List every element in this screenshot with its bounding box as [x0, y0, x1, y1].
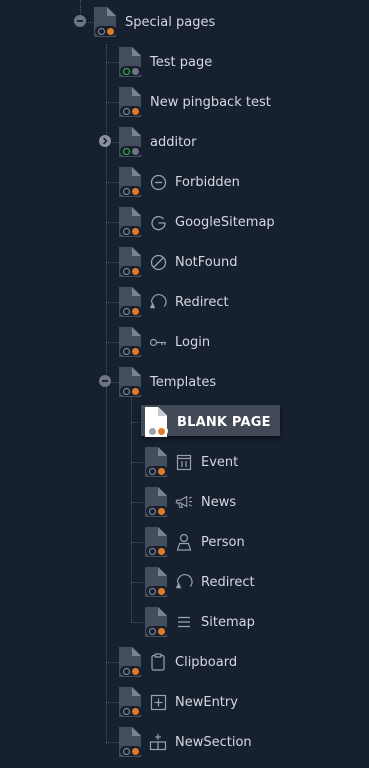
tree-item-label: GoogleSitemap: [175, 214, 275, 230]
tree-item-label: New pingback test: [150, 94, 271, 110]
tree-item-special-pages[interactable]: Special pages: [94, 5, 215, 39]
page-icon: [119, 127, 142, 157]
tree-line: [112, 142, 119, 143]
tree-line: [131, 542, 144, 543]
collapse-toggle-special-pages[interactable]: [74, 15, 86, 27]
google-icon: [149, 213, 167, 231]
page-icon: [119, 327, 142, 357]
forbidden-icon: [149, 173, 167, 191]
tree-item-clipboard[interactable]: Clipboard: [119, 645, 237, 679]
tree-item-forbidden[interactable]: Forbidden: [119, 165, 240, 199]
tree-line: [131, 582, 144, 583]
tree-item-label: Event: [201, 454, 239, 470]
tree-item-news[interactable]: News: [145, 485, 236, 519]
calendar-icon: [175, 453, 193, 471]
tree-line: [106, 44, 107, 744]
tree-item-additor[interactable]: additor: [119, 125, 196, 159]
page-icon: [145, 447, 168, 477]
tree-line: [106, 302, 119, 303]
tree-item-label: Clipboard: [175, 654, 238, 670]
tree-item-label: BLANK PAGE: [177, 414, 271, 430]
tree-item-label: Person: [201, 534, 245, 550]
tree-item-label: News: [201, 494, 237, 510]
person-icon: [175, 533, 193, 551]
tree-item-notfound[interactable]: NotFound: [119, 245, 237, 279]
tree-line: [106, 102, 119, 103]
redirect-icon: [175, 573, 193, 591]
tree-item-redirect-template[interactable]: Redirect: [145, 565, 255, 599]
tree-item-login[interactable]: Login: [119, 325, 210, 359]
tree-line: [106, 742, 119, 743]
tree-item-blank-page[interactable]: BLANK PAGE: [145, 405, 271, 439]
page-icon: [119, 47, 142, 77]
tree-item-label: Login: [175, 334, 211, 350]
page-icon: [119, 367, 142, 397]
tree-line: [106, 62, 119, 63]
tree-item-label: Redirect: [201, 574, 255, 590]
page-tree: Special pages Test page New pingback tes…: [0, 0, 369, 768]
page-icon: [119, 687, 142, 717]
clipboard-icon: [149, 653, 167, 671]
page-icon: [145, 487, 168, 517]
tree-line: [131, 393, 132, 622]
page-icon: [145, 607, 168, 637]
tree-item-label: NotFound: [175, 254, 238, 270]
expand-toggle-additor[interactable]: [99, 135, 111, 147]
tree-item-label: Special pages: [125, 14, 216, 30]
tree-item-redirect[interactable]: Redirect: [119, 285, 229, 319]
new-section-icon: [149, 733, 167, 751]
page-icon: [145, 407, 168, 437]
list-icon: [175, 613, 193, 631]
tree-line: [106, 702, 119, 703]
page-icon: [119, 207, 142, 237]
tree-item-label: NewEntry: [175, 694, 238, 710]
page-icon: [119, 287, 142, 317]
page-icon: [145, 527, 168, 557]
page-icon: [94, 7, 117, 37]
tree-line: [106, 262, 119, 263]
tree-line: [106, 222, 119, 223]
notfound-icon: [149, 253, 167, 271]
page-icon: [119, 87, 142, 117]
tree-item-label: Redirect: [175, 294, 229, 310]
tree-item-label: Sitemap: [201, 614, 255, 630]
minus-icon: [77, 20, 83, 22]
megaphone-icon: [175, 493, 193, 511]
collapse-toggle-templates[interactable]: [99, 375, 111, 387]
tree-line: [112, 382, 119, 383]
tree-line: [131, 622, 144, 623]
tree-item-label: Forbidden: [175, 174, 240, 190]
tree-item-new-pingback-test[interactable]: New pingback test: [119, 85, 271, 119]
tree-item-label: additor: [150, 134, 197, 150]
page-icon: [119, 247, 142, 277]
tree-item-person[interactable]: Person: [145, 525, 245, 559]
tree-item-newentry[interactable]: NewEntry: [119, 685, 238, 719]
chevron-right-icon: [102, 137, 108, 145]
tree-item-sitemap[interactable]: Sitemap: [145, 605, 255, 639]
tree-line: [131, 502, 144, 503]
tree-line: [131, 462, 144, 463]
page-icon: [119, 727, 142, 757]
tree-item-newsection[interactable]: NewSection: [119, 725, 252, 759]
tree-item-templates[interactable]: Templates: [119, 365, 216, 399]
page-icon: [119, 167, 142, 197]
tree-line: [106, 182, 119, 183]
tree-item-test-page[interactable]: Test page: [119, 45, 212, 79]
tree-item-label: Test page: [150, 54, 213, 70]
page-icon: [119, 647, 142, 677]
minus-icon: [102, 380, 108, 382]
redirect-icon: [149, 293, 167, 311]
tree-item-label: NewSection: [175, 734, 252, 750]
tree-line: [86, 22, 93, 23]
page-icon: [145, 567, 168, 597]
plus-box-icon: [149, 693, 167, 711]
tree-item-event[interactable]: Event: [145, 445, 238, 479]
key-icon: [149, 333, 167, 351]
tree-line: [106, 342, 119, 343]
tree-line: [106, 662, 119, 663]
tree-item-label: Templates: [150, 374, 217, 390]
tree-item-googlesitemap[interactable]: GoogleSitemap: [119, 205, 275, 239]
